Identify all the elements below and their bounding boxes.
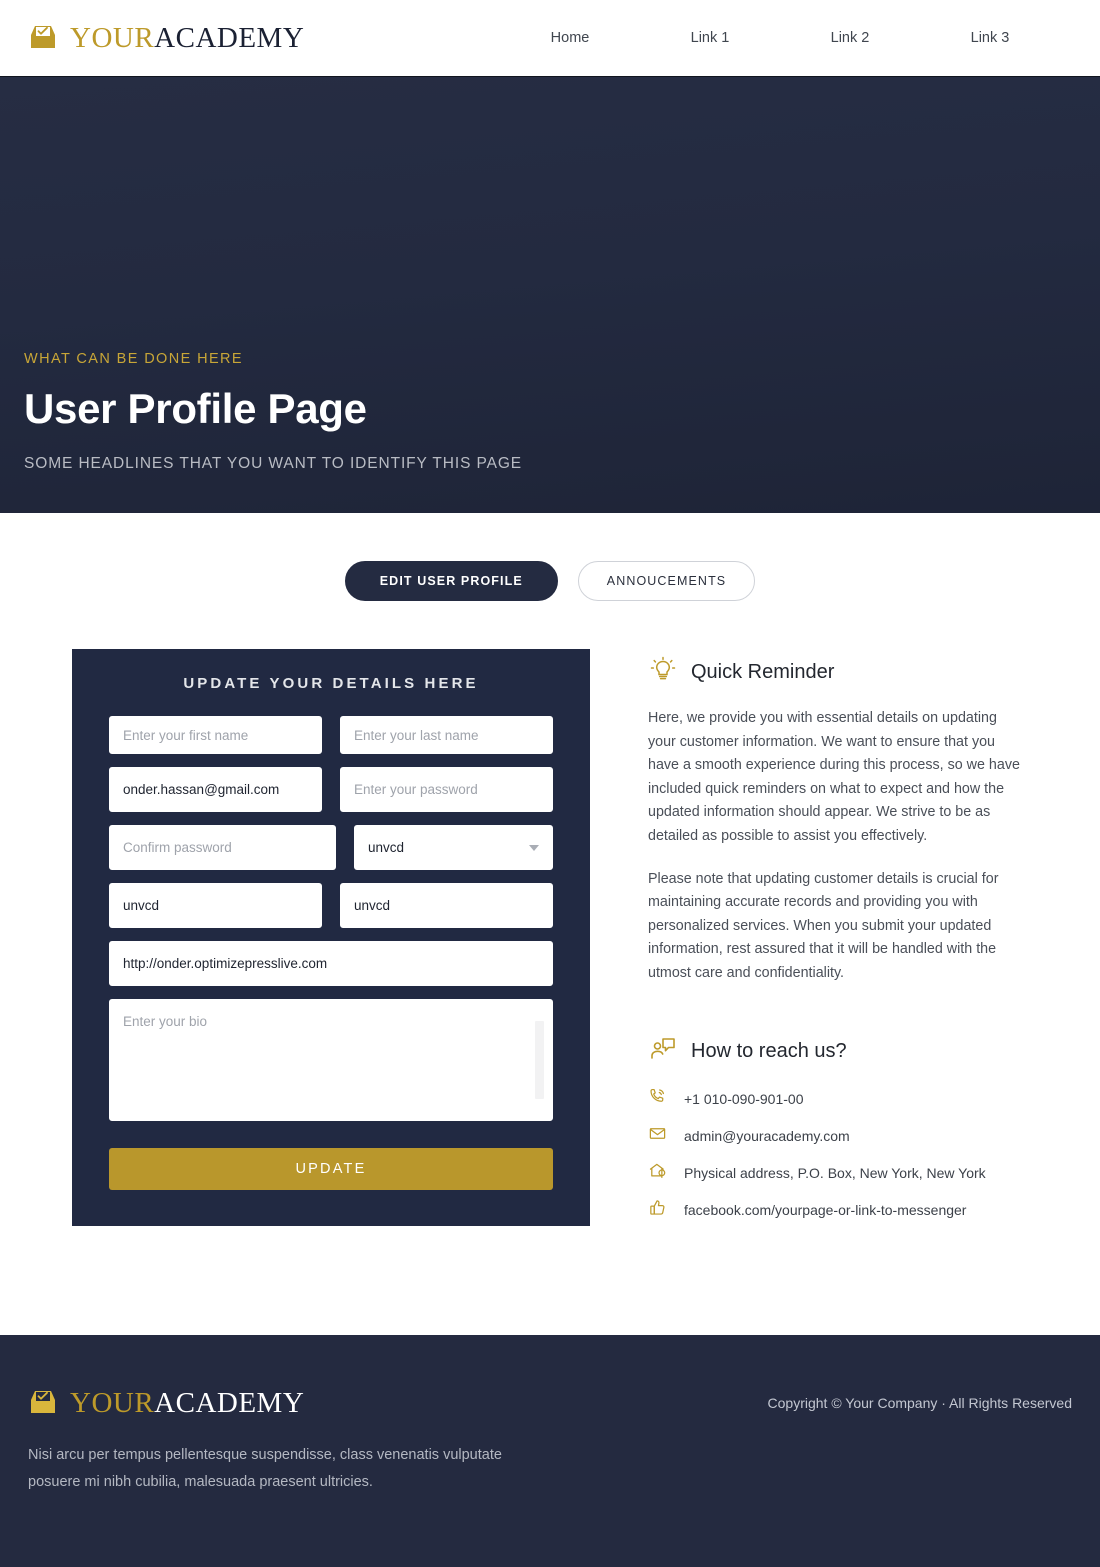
- confirm-password-input[interactable]: [109, 825, 336, 870]
- footer-brand-text-primary: YOUR: [70, 1386, 155, 1419]
- site-footer: YOURACADEMY Nisi arcu per tempus pellent…: [0, 1334, 1100, 1567]
- brand-text-primary: YOUR: [70, 21, 155, 54]
- address-pin-icon: [648, 1161, 667, 1185]
- inbox-check-icon: [28, 23, 58, 53]
- envelope-icon: [648, 1124, 667, 1148]
- password-input[interactable]: [340, 767, 553, 812]
- main-content: EDIT USER PROFILE ANNOUCEMENTS UPDATE YO…: [0, 513, 1100, 1235]
- person-speech-bubble-icon: [648, 1034, 678, 1069]
- content-columns: UPDATE YOUR DETAILS HERE Enter your firs…: [0, 649, 1100, 1235]
- email-input[interactable]: [109, 767, 322, 812]
- last-name-input[interactable]: [340, 716, 553, 754]
- nav-item-link-1[interactable]: Link 1: [640, 30, 780, 46]
- tab-bar: EDIT USER PROFILE ANNOUCEMENTS: [0, 561, 1100, 601]
- how-to-reach-header: How to reach us?: [648, 1034, 1020, 1069]
- contact-phone-text: +1 010-090-901-00: [684, 1090, 804, 1107]
- phone-icon: [648, 1087, 667, 1111]
- page-title: User Profile Page: [24, 385, 367, 432]
- form-row-name: [109, 716, 553, 754]
- contact-facebook-text: facebook.com/yourpage-or-link-to-messeng…: [684, 1201, 967, 1218]
- lightbulb-icon: [648, 655, 678, 690]
- tab-edit-user-profile[interactable]: EDIT USER PROFILE: [344, 561, 558, 601]
- main-nav: Home Link 1 Link 2 Link 3: [500, 0, 1060, 76]
- country-select[interactable]: [354, 825, 553, 870]
- brand-text-secondary: ACADEMY: [154, 21, 305, 54]
- footer-copyright: Copyright © Your Company · All Rights Re…: [767, 1394, 1072, 1411]
- brand-text: YOURACADEMY: [70, 22, 304, 55]
- contact-email[interactable]: admin@youracademy.com: [648, 1124, 1020, 1148]
- contact-list: +1 010-090-901-00 admin@youracademy.com: [648, 1087, 1020, 1222]
- brand-logo[interactable]: YOURACADEMY: [28, 22, 304, 55]
- extra-field-one[interactable]: [109, 883, 322, 928]
- contact-email-text: admin@youracademy.com: [684, 1127, 850, 1144]
- website-input[interactable]: [109, 941, 553, 986]
- contact-facebook[interactable]: facebook.com/yourpage-or-link-to-messeng…: [648, 1198, 1020, 1222]
- hero-subtitle: SOME HEADLINES THAT YOU WANT TO IDENTIFY…: [24, 455, 523, 472]
- nav-item-home[interactable]: Home: [500, 30, 640, 46]
- hero-eyebrow: WHAT CAN BE DONE HERE: [24, 351, 243, 367]
- footer-tagline: Nisi arcu per tempus pellentesque suspen…: [28, 1446, 502, 1490]
- hero-section: WHAT CAN BE DONE HERE User Profile Page …: [0, 76, 1100, 513]
- inbox-check-icon: [28, 1388, 58, 1418]
- first-name-input[interactable]: [109, 716, 322, 754]
- form-card-title: UPDATE YOUR DETAILS HERE: [183, 675, 479, 692]
- site-header: YOURACADEMY Home Link 1 Link 2 Link 3: [0, 0, 1100, 76]
- contact-address[interactable]: Physical address, P.O. Box, New York, Ne…: [648, 1161, 1020, 1185]
- country-select-wrapper: [354, 825, 553, 870]
- form-row-website: [109, 941, 553, 986]
- nav-item-link-2[interactable]: Link 2: [780, 30, 920, 46]
- form-row-confirm-select: [109, 825, 553, 870]
- bio-scrollbar[interactable]: [535, 1021, 544, 1099]
- bio-wrapper: [109, 999, 553, 1126]
- info-column: Quick Reminder Here, we provide you with…: [648, 649, 1020, 1235]
- extra-field-two[interactable]: [340, 883, 553, 928]
- bio-textarea[interactable]: [109, 999, 553, 1121]
- quick-reminder-paragraph-1: Here, we provide you with essential deta…: [648, 710, 1020, 844]
- contact-phone[interactable]: +1 010-090-901-00: [648, 1087, 1020, 1111]
- quick-reminder-heading: Quick Reminder: [691, 661, 835, 683]
- quick-reminder-paragraph-2: Please note that updating customer detai…: [648, 870, 999, 981]
- form-row-credentials: [109, 767, 553, 812]
- update-button[interactable]: UPDATE: [109, 1148, 553, 1190]
- footer-brand-text: YOURACADEMY: [70, 1387, 304, 1420]
- how-to-reach-heading: How to reach us?: [691, 1039, 847, 1062]
- contact-address-text: Physical address, P.O. Box, New York, Ne…: [684, 1164, 986, 1181]
- tab-annoucements[interactable]: ANNOUCEMENTS: [577, 561, 756, 601]
- nav-item-link-3[interactable]: Link 3: [920, 30, 1060, 46]
- quick-reminder-header: Quick Reminder: [648, 655, 1020, 690]
- thumbs-up-icon: [648, 1198, 667, 1222]
- update-details-card: UPDATE YOUR DETAILS HERE Enter your firs…: [72, 649, 590, 1226]
- form-row-extra: [109, 883, 553, 928]
- footer-brand-text-secondary: ACADEMY: [154, 1386, 305, 1419]
